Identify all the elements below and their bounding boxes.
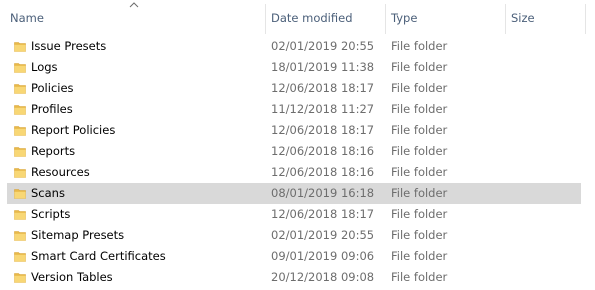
folder-row[interactable]: Scans 08/01/2019 16:18 File folder xyxy=(7,183,581,204)
folder-row[interactable]: Logs 18/01/2019 11:38 File folder xyxy=(7,57,581,78)
column-header-size[interactable]: Size xyxy=(506,0,586,34)
folder-icon xyxy=(14,252,26,262)
folder-name: Version Tables xyxy=(31,270,113,284)
type-value: File folder xyxy=(391,39,448,53)
column-header-name[interactable]: Name xyxy=(0,0,265,34)
folder-icon xyxy=(14,189,26,199)
column-header-size-label: Size xyxy=(511,11,535,25)
date-modified-value: 11/12/2018 11:27 xyxy=(271,102,375,116)
date-modified-value: 20/12/2018 09:08 xyxy=(271,270,375,284)
folder-name: Sitemap Presets xyxy=(31,228,125,242)
column-header-name-label: Name xyxy=(10,11,44,25)
folder-row[interactable]: Profiles 11/12/2018 11:27 File folder xyxy=(7,99,581,120)
folder-icon xyxy=(14,42,26,52)
folder-icon xyxy=(14,126,26,136)
date-modified-value: 09/01/2019 09:06 xyxy=(271,249,375,263)
folder-icon xyxy=(14,168,26,178)
type-value: File folder xyxy=(391,81,448,95)
folder-name: Resources xyxy=(31,165,90,179)
type-value: File folder xyxy=(391,228,448,242)
type-value: File folder xyxy=(391,249,448,263)
folder-icon xyxy=(14,147,26,157)
folder-icon xyxy=(14,84,26,94)
folder-row[interactable]: Resources 12/06/2018 18:16 File folder xyxy=(7,162,581,183)
date-modified-value: 18/01/2019 11:38 xyxy=(271,60,375,74)
date-modified-value: 02/01/2019 20:55 xyxy=(271,228,375,242)
folder-icon xyxy=(14,231,26,241)
type-value: File folder xyxy=(391,123,448,137)
type-value: File folder xyxy=(391,144,448,158)
folder-name: Scans xyxy=(31,186,65,200)
folder-row[interactable]: Reports 12/06/2018 18:16 File folder xyxy=(7,141,581,162)
folder-row[interactable]: Issue Presets 02/01/2019 20:55 File folder xyxy=(7,36,581,57)
column-header-date-modified[interactable]: Date modified xyxy=(266,0,385,34)
column-header-type-label: Type xyxy=(391,11,418,25)
folder-name: Issue Presets xyxy=(31,39,107,53)
type-value: File folder xyxy=(391,207,448,221)
folder-row[interactable]: Scripts 12/06/2018 18:17 File folder xyxy=(7,204,581,225)
date-modified-value: 08/01/2019 16:18 xyxy=(271,186,375,200)
folder-icon xyxy=(14,63,26,73)
type-value: File folder xyxy=(391,60,448,74)
type-value: File folder xyxy=(391,270,448,284)
folder-row[interactable]: Policies 12/06/2018 18:17 File folder xyxy=(7,78,581,99)
folder-row[interactable]: Sitemap Presets 02/01/2019 20:55 File fold… xyxy=(7,225,581,246)
folder-name: Scripts xyxy=(31,207,71,221)
date-modified-value: 12/06/2018 18:16 xyxy=(271,144,375,158)
date-modified-value: 12/06/2018 18:17 xyxy=(271,123,375,137)
folder-icon xyxy=(14,105,26,115)
folder-row[interactable]: Smart Card Certificates 09/01/2019 09:06 F… xyxy=(7,246,581,267)
folder-name: Report Policies xyxy=(31,123,116,137)
folder-row[interactable]: Report Policies 12/06/2018 18:17 File fold… xyxy=(7,120,581,141)
folder-name: Logs xyxy=(31,60,58,74)
folder-name: Policies xyxy=(31,81,74,95)
type-value: File folder xyxy=(391,102,448,116)
type-value: File folder xyxy=(391,165,448,179)
date-modified-value: 12/06/2018 18:17 xyxy=(271,81,375,95)
folder-name: Reports xyxy=(31,144,76,158)
column-divider[interactable] xyxy=(585,4,586,34)
folder-name: Profiles xyxy=(31,102,73,116)
folder-name: Smart Card Certificates xyxy=(31,249,166,263)
folder-icon xyxy=(14,273,26,283)
column-header-type[interactable]: Type xyxy=(386,0,505,34)
type-value: File folder xyxy=(391,186,448,200)
date-modified-value: 02/01/2019 20:55 xyxy=(271,39,375,53)
sort-ascending-icon xyxy=(129,2,139,8)
folder-icon xyxy=(14,210,26,220)
file-list-view: Name Date modified Type Size Issue Prese… xyxy=(0,0,595,290)
column-header-date-label: Date modified xyxy=(271,11,353,25)
date-modified-value: 12/06/2018 18:17 xyxy=(271,207,375,221)
folder-row[interactable]: Version Tables 20/12/2018 09:08 File folde… xyxy=(7,267,581,288)
column-header-row: Name Date modified Type Size xyxy=(0,0,595,34)
date-modified-value: 12/06/2018 18:16 xyxy=(271,165,375,179)
